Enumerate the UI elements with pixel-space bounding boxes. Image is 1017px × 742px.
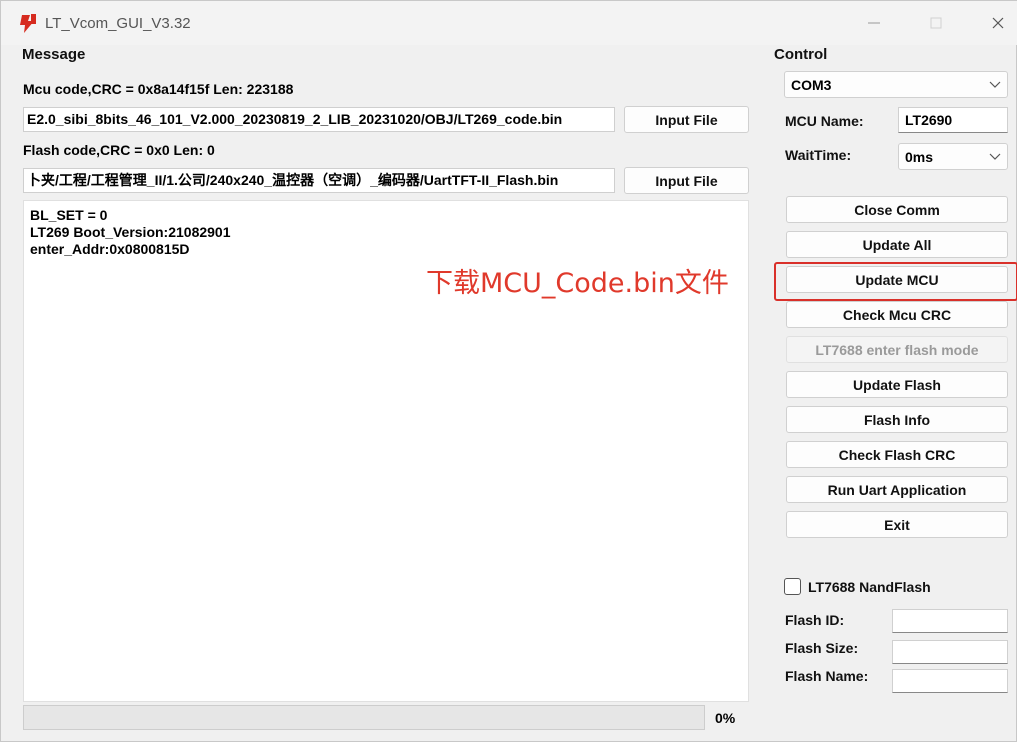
exit-button[interactable]: Exit	[786, 511, 1008, 538]
flash-code-info: Flash code,CRC = 0x0 Len: 0	[23, 142, 215, 158]
close-icon	[992, 17, 1004, 29]
nandflash-checkbox-label: LT7688 NandFlash	[808, 579, 931, 595]
mcu-file-path-text: E2.0_sibi_8bits_46_101_V2.000_20230819_2…	[27, 111, 563, 127]
chevron-down-icon	[989, 81, 1001, 88]
maximize-icon	[930, 17, 942, 29]
check-flash-crc-button[interactable]: Check Flash CRC	[786, 441, 1008, 468]
message-group-label: Message	[22, 46, 86, 63]
progress-percent: 0%	[715, 710, 736, 726]
com-port-value: COM3	[791, 76, 832, 93]
title-bar: LT_Vcom_GUI_V3.32	[1, 1, 1017, 45]
close-comm-button[interactable]: Close Comm	[786, 196, 1008, 223]
flash-id-label: Flash ID:	[785, 612, 845, 628]
update-mcu-button[interactable]: Update MCU	[786, 266, 1008, 293]
close-window-button[interactable]	[983, 11, 1013, 35]
mcu-code-info: Mcu code,CRC = 0x8a14f15f Len: 223188	[23, 81, 294, 97]
minimize-button[interactable]	[859, 11, 889, 35]
mcu-input-file-button[interactable]: Input File	[624, 106, 749, 133]
flash-size-field[interactable]	[892, 640, 1008, 664]
download-annotation: 下载MCU_Code.bin文件	[426, 268, 729, 299]
mcu-name-input[interactable]: LT2690	[898, 107, 1008, 133]
progress-bar	[23, 705, 705, 730]
flash-id-field[interactable]	[892, 609, 1008, 633]
app-window: LT_Vcom_GUI_V3.32 Message Mcu code,CRC =…	[0, 0, 1017, 742]
mcu-file-path-field[interactable]: E2.0_sibi_8bits_46_101_V2.000_20230819_2…	[23, 107, 615, 132]
flash-file-path-field[interactable]: 卜夹/工程/工程管理_II/1.公司/240x240_温控器（空调）_编码器/U…	[23, 168, 615, 193]
minimize-icon	[868, 22, 880, 24]
log-line: enter_Addr:0x0800815D	[30, 241, 190, 257]
wait-time-select[interactable]: 0ms	[898, 143, 1008, 170]
check-mcu-crc-button[interactable]: Check Mcu CRC	[786, 301, 1008, 328]
flash-file-path-text: 卜夹/工程/工程管理_II/1.公司/240x240_温控器（空调）_编码器/U…	[27, 172, 559, 188]
maximize-button[interactable]	[921, 11, 951, 35]
log-line: BL_SET = 0	[30, 207, 108, 223]
wait-time-label: WaitTime:	[785, 147, 852, 163]
flash-name-label: Flash Name:	[785, 668, 869, 684]
update-all-button[interactable]: Update All	[786, 231, 1008, 258]
update-flash-button[interactable]: Update Flash	[786, 371, 1008, 398]
log-line: LT269 Boot_Version:21082901	[30, 224, 231, 240]
flash-input-file-button[interactable]: Input File	[624, 167, 749, 194]
wait-time-value: 0ms	[905, 148, 934, 165]
nandflash-checkbox[interactable]	[784, 578, 801, 595]
mcu-name-value: LT2690	[905, 112, 953, 128]
flash-info-button[interactable]: Flash Info	[786, 406, 1008, 433]
flash-name-field[interactable]	[892, 669, 1008, 693]
control-group-label: Control	[774, 46, 828, 63]
lt7688-flash-mode-button[interactable]: LT7688 enter flash mode	[786, 336, 1008, 363]
run-uart-application-button[interactable]: Run Uart Application	[786, 476, 1008, 503]
mcu-name-label: MCU Name:	[785, 113, 864, 129]
chevron-down-icon	[989, 153, 1001, 160]
com-port-select[interactable]: COM3	[784, 71, 1008, 98]
window-title: LT_Vcom_GUI_V3.32	[45, 15, 191, 32]
app-logo-icon	[20, 14, 36, 33]
flash-size-label: Flash Size:	[785, 640, 859, 656]
